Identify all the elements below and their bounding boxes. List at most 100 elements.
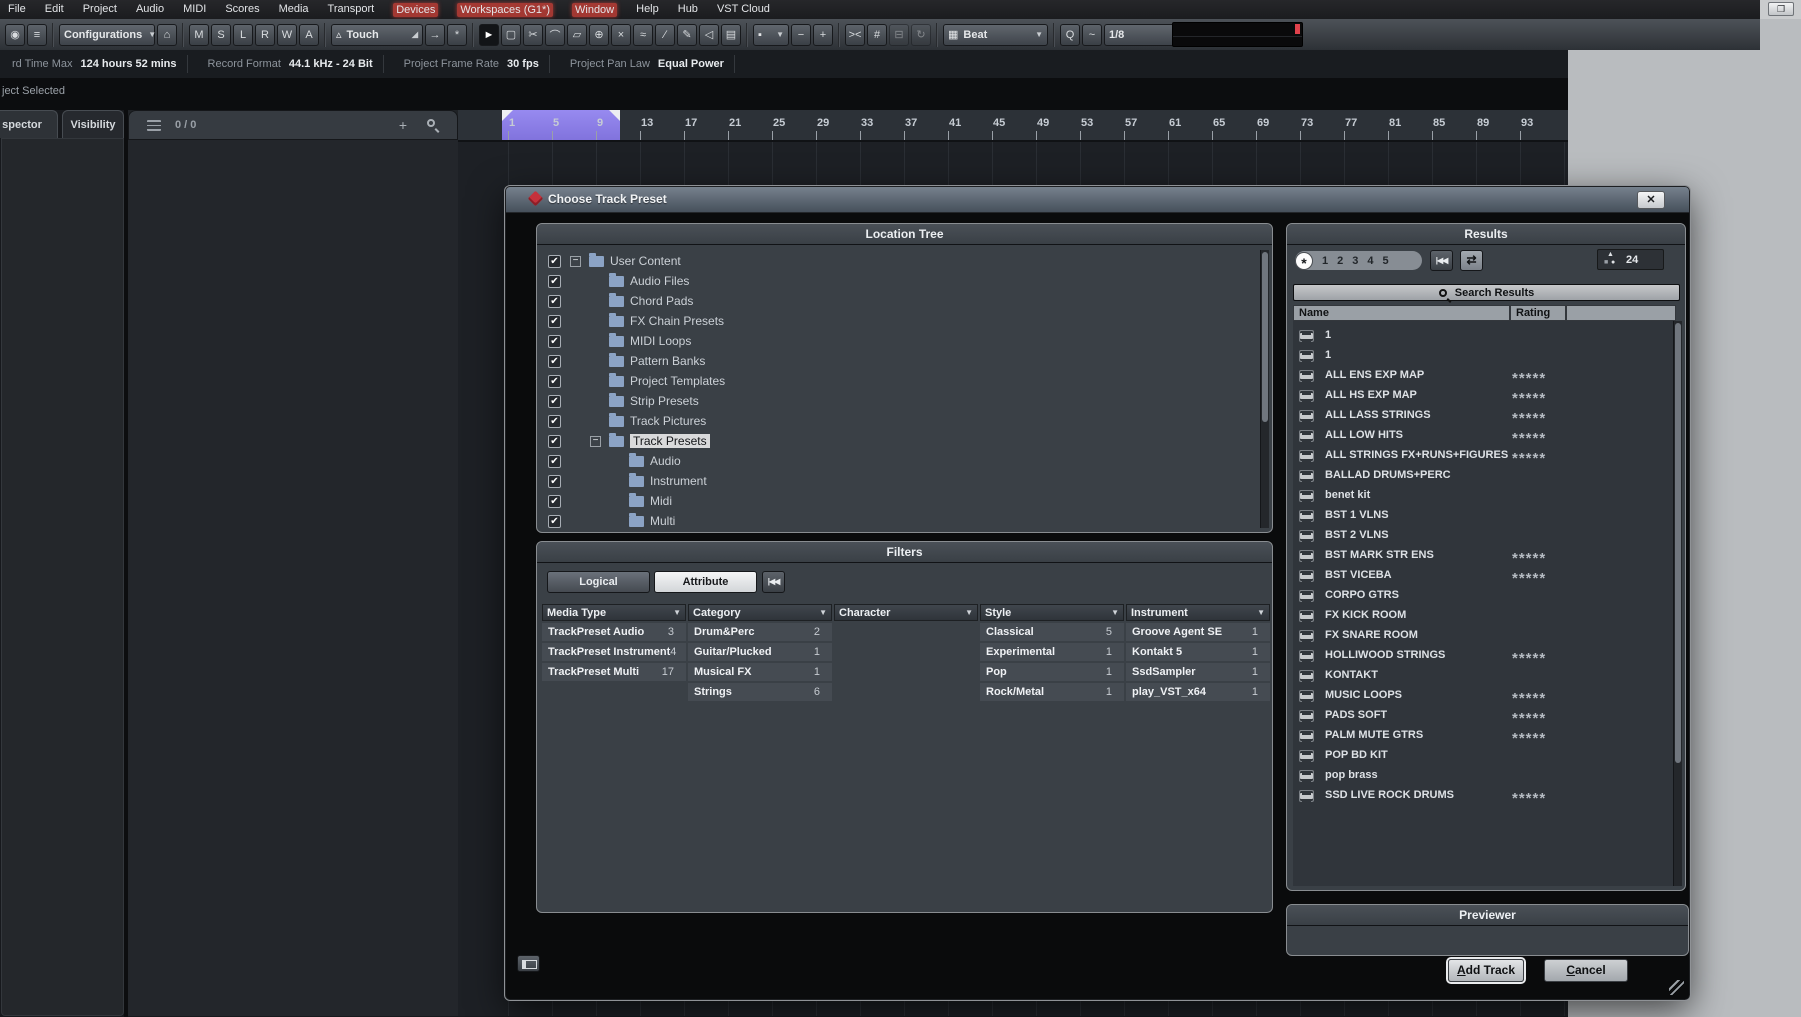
checkbox[interactable]: ✔: [548, 514, 561, 528]
result-row[interactable]: KONTAKT: [1293, 666, 1680, 686]
result-row[interactable]: BALLAD DRUMS+PERC: [1293, 466, 1680, 486]
result-row[interactable]: ALL LASS STRINGS *****: [1293, 406, 1680, 427]
time-warp-tool[interactable]: ≈: [633, 23, 653, 46]
rating-number[interactable]: 1: [1322, 255, 1328, 267]
result-row[interactable]: ALL HS EXP MAP *****: [1293, 386, 1680, 407]
checkbox[interactable]: ✔: [548, 254, 561, 268]
result-row[interactable]: 1: [1293, 326, 1680, 346]
menu-item-transport[interactable]: Transport: [328, 3, 375, 17]
snap-type-button[interactable]: ⊟: [889, 23, 909, 46]
quantize-toggle-button[interactable]: Q: [1060, 23, 1080, 46]
menu-item-scores[interactable]: Scores: [225, 3, 259, 17]
results-scrollbar[interactable]: [1673, 321, 1682, 886]
rating-filter[interactable]: * 12345: [1295, 251, 1422, 271]
tree-scrollbar-thumb[interactable]: [1262, 252, 1268, 422]
results-header-name[interactable]: Name: [1293, 305, 1510, 321]
filter-column-header[interactable]: Category ▼: [688, 604, 832, 621]
checkbox[interactable]: ✔: [548, 354, 561, 368]
rating-number[interactable]: 5: [1383, 255, 1389, 267]
filter-value-row[interactable]: Musical FX 1: [688, 663, 832, 681]
menu-item-vst-cloud[interactable]: VST Cloud: [717, 3, 770, 17]
tree-item-audio-files[interactable]: ✔ Audio Files: [537, 271, 1237, 291]
result-row[interactable]: MUSIC LOOPS *****: [1293, 686, 1680, 707]
cross-marker-button[interactable]: *: [447, 23, 467, 46]
play-tool[interactable]: ◁: [699, 23, 719, 46]
checkbox[interactable]: ✔: [548, 274, 561, 288]
results-header-extra[interactable]: [1566, 305, 1676, 321]
cancel-button[interactable]: Cancel: [1544, 959, 1628, 982]
result-row[interactable]: CORPO GTRS: [1293, 586, 1680, 606]
result-row[interactable]: POP BD KIT: [1293, 746, 1680, 766]
results-scrollbar-thumb[interactable]: [1675, 323, 1681, 763]
rating-number[interactable]: 2: [1337, 255, 1343, 267]
result-row[interactable]: BST 1 VLNS: [1293, 506, 1680, 526]
result-row[interactable]: ALL LOW HITS *****: [1293, 426, 1680, 447]
menu-item-help[interactable]: Help: [636, 3, 659, 17]
configurations-dropdown[interactable]: Configurations ▼: [59, 23, 156, 46]
resize-grip[interactable]: [1669, 980, 1684, 995]
add-track-button[interactable]: Add Track: [1448, 959, 1524, 982]
tree-item-instrument[interactable]: ✔ Instrument: [537, 471, 1237, 491]
filter-value-row[interactable]: Drum&Perc 2: [688, 623, 832, 641]
track-list-body[interactable]: [128, 140, 458, 1016]
grid-button[interactable]: #: [867, 23, 887, 46]
filter-value-row[interactable]: Groove Agent SE 1: [1126, 623, 1270, 641]
result-row[interactable]: BST MARK STR ENS *****: [1293, 546, 1680, 567]
tree-item-midi-loops[interactable]: ✔ MIDI Loops: [537, 331, 1237, 351]
automation-mode-dropdown[interactable]: ▵ Touch ◢: [331, 23, 423, 46]
comp-tool[interactable]: ▤: [721, 23, 741, 46]
color-tool-dropdown[interactable]: ▪ ▼: [753, 23, 789, 46]
menu-item-workspaces-g1[interactable]: Workspaces (G1*): [457, 2, 553, 17]
setup-toolbar-button[interactable]: ≡: [27, 23, 47, 46]
checkbox[interactable]: ✔: [548, 374, 561, 388]
mute-tool[interactable]: ×: [611, 23, 631, 46]
tab-visibility[interactable]: Visibility: [62, 110, 124, 138]
glue-tool[interactable]: ⌒: [545, 23, 565, 46]
results-header-rating[interactable]: Rating: [1510, 305, 1566, 321]
track-state-button-w[interactable]: W: [277, 23, 297, 46]
result-row[interactable]: PADS SOFT *****: [1293, 706, 1680, 727]
checkbox[interactable]: ✔: [548, 454, 561, 468]
search-icon[interactable]: [427, 119, 435, 127]
grid-type-dropdown[interactable]: ▦ Beat ▼: [943, 23, 1048, 46]
track-state-button-r[interactable]: R: [255, 23, 275, 46]
tree-item-chord-pads[interactable]: ✔ Chord Pads: [537, 291, 1237, 311]
tree-item-strip-presets[interactable]: ✔ Strip Presets: [537, 391, 1237, 411]
menu-item-media[interactable]: Media: [279, 3, 309, 17]
tree-item-user-content[interactable]: ✔ − User Content: [537, 251, 1237, 271]
attribute-tab-button[interactable]: Attribute: [654, 571, 757, 593]
window-restore-button[interactable]: ❐: [1768, 2, 1794, 16]
split-tool[interactable]: ✂: [523, 23, 543, 46]
rating-number[interactable]: 3: [1352, 255, 1358, 267]
menu-item-midi[interactable]: MIDI: [183, 3, 206, 17]
result-row[interactable]: HOLLIWOOD STRINGS *****: [1293, 646, 1680, 667]
filter-value-row[interactable]: Pop 1: [980, 663, 1124, 681]
menu-item-edit[interactable]: Edit: [45, 3, 64, 17]
result-row[interactable]: FX SNARE ROOM: [1293, 626, 1680, 646]
filter-value-row[interactable]: Rock/Metal 1: [980, 683, 1124, 701]
shuffle-results-button[interactable]: ⇄: [1460, 250, 1483, 271]
wave-quantize-icon[interactable]: ~: [1082, 23, 1102, 46]
expand-collapse-icon[interactable]: −: [590, 435, 601, 447]
result-row[interactable]: ALL ENS EXP MAP *****: [1293, 366, 1680, 387]
checkbox[interactable]: ✔: [548, 294, 561, 308]
result-row[interactable]: BST VICEBA *****: [1293, 566, 1680, 587]
menu-item-hub[interactable]: Hub: [678, 3, 698, 17]
track-state-button-l[interactable]: L: [233, 23, 253, 46]
track-state-button-s[interactable]: S: [211, 23, 231, 46]
checkbox[interactable]: ✔: [548, 474, 561, 488]
filter-value-row[interactable]: Guitar/Plucked 1: [688, 643, 832, 661]
tree-item-midi[interactable]: ✔ Midi: [537, 491, 1237, 511]
filter-value-row[interactable]: Strings 6: [688, 683, 832, 701]
right-locator-icon[interactable]: [609, 110, 620, 121]
filter-value-row[interactable]: TrackPreset Audio 3: [542, 623, 686, 641]
tree-item-track-pictures[interactable]: ✔ Track Pictures: [537, 411, 1237, 431]
filter-value-row[interactable]: Classical 5: [980, 623, 1124, 641]
tree-item-fx-chain-presets[interactable]: ✔ FX Chain Presets: [537, 311, 1237, 331]
checkbox[interactable]: ✔: [548, 334, 561, 348]
result-row[interactable]: BST 2 VLNS: [1293, 526, 1680, 546]
filter-value-row[interactable]: SsdSampler 1: [1126, 663, 1270, 681]
filter-value-row[interactable]: Experimental 1: [980, 643, 1124, 661]
filter-column-header[interactable]: Instrument ▼: [1126, 604, 1270, 621]
ruler[interactable]: 1 5 9 13 17 21 25 29 33 37 41 45 49 53 57 61 65 69 73 77 81 8…: [458, 110, 1568, 142]
